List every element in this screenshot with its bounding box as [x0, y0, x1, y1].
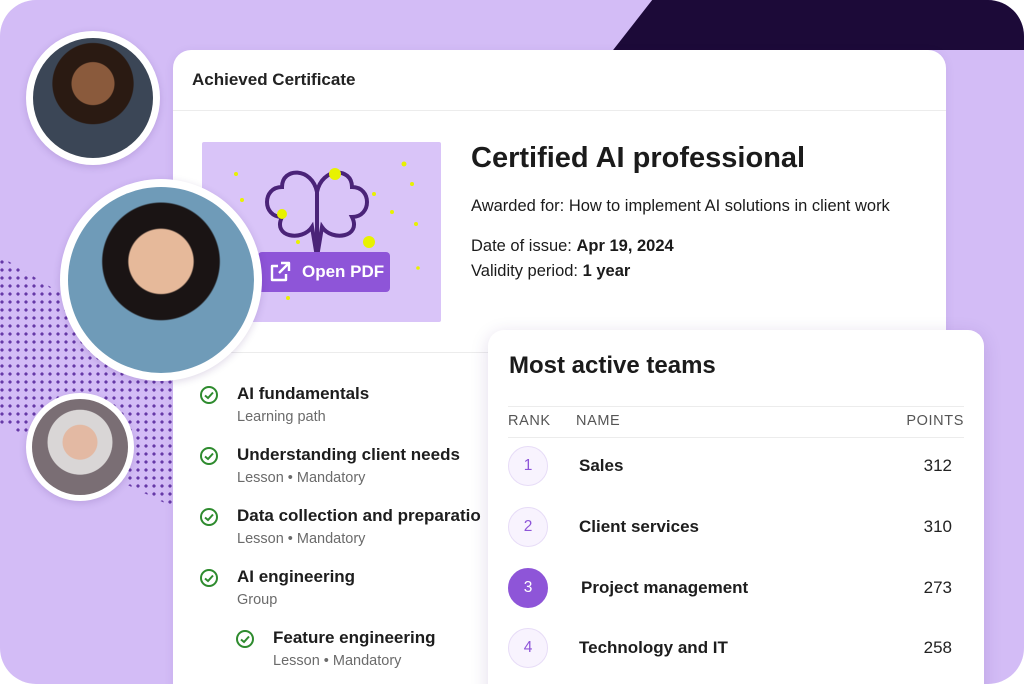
team-points: 312 [923, 456, 952, 475]
rank-badge: 3 [508, 568, 548, 608]
check-circle-icon [200, 569, 218, 587]
awarded-label: Awarded for: [471, 197, 565, 215]
item-title: Data collection and preparatio [237, 506, 481, 525]
check-circle-icon [236, 630, 254, 648]
rank-badge: 1 [508, 446, 548, 486]
table-row[interactable]: 3 Project management 273 [508, 568, 964, 628]
table-row[interactable]: 4 Technology and IT 258 [508, 628, 964, 684]
column-name: NAME [576, 413, 621, 429]
table-row[interactable]: 2 Client services 310 [508, 507, 964, 567]
team-name: Sales [579, 456, 624, 475]
column-points: POINTS [906, 413, 964, 429]
team-points: 273 [923, 578, 952, 597]
date-value: Apr 19, 2024 [576, 237, 674, 255]
date-label: Date of issue: [471, 237, 572, 255]
table-header: RANK NAME POINTS [508, 406, 964, 438]
avatar [26, 31, 160, 165]
team-points: 310 [923, 517, 952, 536]
awarded-value: How to implement AI solutions in client … [568, 197, 890, 215]
item-title: Understanding client needs [237, 445, 460, 464]
check-circle-icon [200, 386, 218, 404]
item-subtitle: Learning path [237, 409, 326, 425]
validity-line: Validity period: 1 year [471, 262, 630, 281]
avatar [26, 393, 134, 501]
check-circle-icon [200, 508, 218, 526]
validity-value: 1 year [582, 262, 631, 280]
date-of-issue-line: Date of issue: Apr 19, 2024 [471, 237, 674, 256]
certificate-header: Achieved Certificate [173, 50, 946, 111]
rank-badge: 2 [508, 507, 548, 547]
item-subtitle: Lesson • Mandatory [237, 531, 366, 547]
item-subtitle: Lesson • Mandatory [237, 470, 366, 486]
external-link-icon [270, 261, 291, 282]
team-name: Client services [579, 517, 700, 536]
column-rank: RANK [508, 413, 551, 429]
team-name: Project management [581, 578, 749, 597]
most-active-teams-card: Most active teams RANK NAME POINTS 1 Sal… [488, 330, 984, 684]
awarded-for-line: Awarded for: How to implement AI solutio… [471, 197, 890, 216]
background-canvas: Achieved Certificate Open PDF Certified … [0, 0, 1024, 684]
validity-label: Validity period: [471, 262, 579, 280]
item-title: Feature engineering [273, 628, 436, 647]
table-row[interactable]: 1 Sales 312 [508, 446, 964, 506]
teams-title: Most active teams [509, 352, 716, 379]
team-name: Technology and IT [579, 638, 728, 657]
rank-badge: 4 [508, 628, 548, 668]
team-points: 258 [923, 638, 952, 657]
decorative-stripe [613, 0, 1024, 50]
item-title: AI engineering [237, 567, 356, 586]
check-circle-icon [200, 447, 218, 465]
item-title: AI fundamentals [237, 384, 370, 403]
item-subtitle: Group [237, 592, 278, 608]
avatar [60, 179, 262, 381]
open-pdf-label: Open PDF [302, 262, 385, 281]
item-subtitle: Lesson • Mandatory [273, 653, 402, 669]
open-pdf-button[interactable]: Open PDF [258, 252, 390, 292]
certificate-title: Certified AI professional [471, 142, 806, 174]
